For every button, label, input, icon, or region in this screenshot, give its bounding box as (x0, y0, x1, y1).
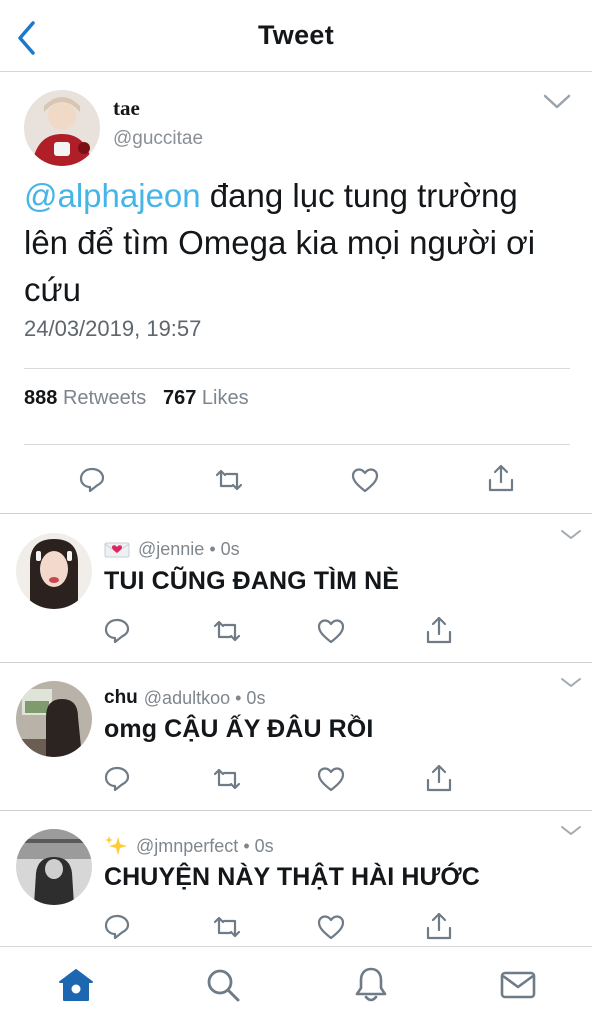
retweet-icon (215, 469, 243, 491)
likes-label: Likes (201, 387, 249, 409)
share-icon (426, 912, 452, 940)
search-icon (207, 969, 240, 1002)
reply-avatar[interactable] (16, 681, 92, 757)
like-button[interactable] (316, 912, 346, 942)
likes-stat[interactable]: 767 Likes (163, 387, 249, 409)
home-icon (59, 969, 93, 1001)
reply-tweet[interactable]: chu @adultkoo • 0s omg CẬU ẤY ĐÂU RỒI (0, 663, 592, 811)
author-handle[interactable]: @guccitae (113, 128, 203, 150)
reply-time: • 0s (243, 835, 274, 856)
chevron-down-icon (561, 530, 581, 539)
tweet-text: @alphajeon đang lục tung trường lên để t… (24, 172, 569, 313)
tweet-stats: 888 Retweets 767 Likes (24, 387, 249, 410)
retweets-label: Retweets (62, 387, 147, 409)
sparkles-emoji (104, 835, 128, 857)
reply-button[interactable] (102, 616, 132, 646)
share-button[interactable] (424, 911, 454, 941)
retweet-button[interactable] (214, 465, 244, 495)
more-options-button[interactable] (558, 821, 584, 841)
reply-actions (0, 763, 592, 795)
share-button[interactable] (486, 463, 516, 493)
retweet-button[interactable] (212, 616, 242, 646)
divider (24, 444, 570, 445)
reply-handle[interactable]: @jmnperfect (136, 836, 238, 857)
retweet-button[interactable] (212, 912, 242, 942)
retweets-stat[interactable]: 888 Retweets (24, 387, 146, 409)
retweets-count: 888 (24, 387, 58, 409)
reply-name[interactable]: chu (104, 687, 138, 709)
reply-actions (0, 911, 592, 943)
chevron-down-icon (561, 826, 581, 835)
share-icon (426, 764, 452, 792)
author-avatar[interactable] (24, 90, 100, 166)
tweet-timestamp: 24/03/2019, 19:57 (24, 316, 202, 341)
tab-notifications[interactable] (351, 965, 391, 1005)
reply-button[interactable] (77, 465, 107, 495)
reply-meta: @jmnperfect • 0s (104, 835, 274, 857)
share-button[interactable] (424, 615, 454, 645)
like-button[interactable] (350, 465, 380, 495)
reply-time: • 0s (235, 687, 266, 708)
reply-meta: @jennie • 0s (104, 539, 240, 560)
chevron-down-icon (543, 94, 571, 109)
more-options-button[interactable] (558, 673, 584, 693)
reply-handle[interactable]: @adultkoo (144, 688, 230, 709)
author-name[interactable]: tae (113, 96, 140, 121)
tab-home[interactable] (56, 965, 96, 1005)
main-tweet: tae @guccitae @alphajeon đang lục tung t… (0, 72, 592, 514)
retweet-icon (213, 916, 241, 938)
reply-avatar[interactable] (16, 533, 92, 609)
like-icon (317, 915, 345, 940)
likes-count: 767 (162, 387, 197, 409)
like-icon (317, 619, 345, 644)
tab-messages[interactable] (498, 965, 538, 1005)
reply-actions (0, 615, 592, 647)
share-icon (488, 464, 514, 492)
reply-tweet[interactable]: @jennie • 0s TUI CŨNG ĐANG TÌM NÈ (0, 515, 592, 663)
divider (24, 368, 570, 369)
mention-link[interactable]: @alphajeon (24, 177, 201, 214)
reply-text: TUI CŨNG ĐANG TÌM NÈ (104, 567, 400, 595)
reply-meta: chu @adultkoo • 0s (104, 687, 265, 709)
share-icon (426, 616, 452, 644)
more-options-button[interactable] (541, 90, 573, 114)
reply-button[interactable] (102, 764, 132, 794)
page-title: Tweet (257, 20, 334, 50)
top-navigation-bar: Tweet (0, 0, 592, 72)
like-button[interactable] (316, 764, 346, 794)
reply-icon (104, 618, 130, 644)
bottom-tab-bar (0, 946, 592, 1024)
reply-icon (104, 766, 130, 792)
tweet-actions (0, 462, 592, 498)
share-button[interactable] (424, 763, 454, 793)
reply-button[interactable] (102, 912, 132, 942)
love-letter-emoji (104, 541, 130, 559)
like-icon (317, 767, 345, 792)
reply-time: • 0s (209, 539, 240, 559)
notifications-icon (355, 967, 387, 1002)
tab-search[interactable] (203, 965, 243, 1005)
retweet-icon (213, 768, 241, 790)
more-options-button[interactable] (558, 525, 584, 545)
reply-icon (79, 467, 105, 493)
like-button[interactable] (316, 616, 346, 646)
like-icon (351, 468, 379, 493)
reply-text: CHUYỆN NÀY THẬT HÀI HƯỚC (104, 863, 480, 891)
messages-icon (500, 971, 536, 999)
reply-handle[interactable]: @jennie (138, 539, 204, 560)
reply-text: omg CẬU ẤY ĐÂU RỒI (104, 715, 374, 743)
reply-avatar[interactable] (16, 829, 92, 905)
reply-icon (104, 914, 130, 940)
retweet-button[interactable] (212, 764, 242, 794)
reply-tweet[interactable]: @jmnperfect • 0s CHUYỆN NÀY THẬT HÀI HƯỚ… (0, 811, 592, 946)
chevron-down-icon (561, 678, 581, 687)
retweet-icon (213, 620, 241, 642)
